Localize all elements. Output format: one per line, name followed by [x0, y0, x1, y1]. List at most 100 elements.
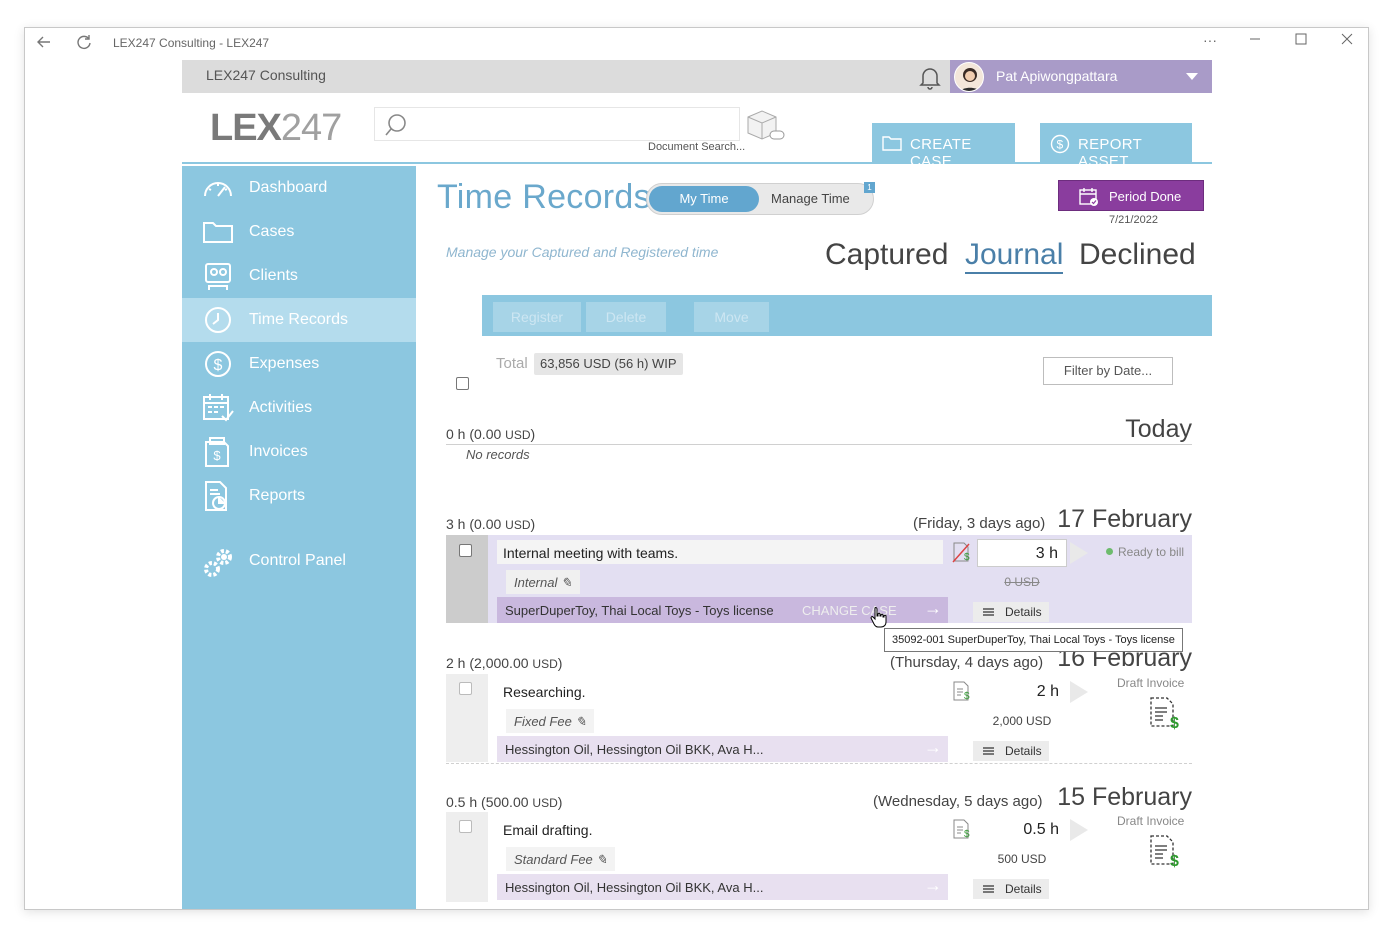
gears-icon — [202, 545, 234, 577]
move-button[interactable]: Move — [694, 302, 769, 332]
sidebar-item-invoices[interactable]: $ Invoices — [182, 430, 416, 474]
group-date-today: Today — [1125, 415, 1192, 443]
more-options-icon[interactable]: ··· — [1200, 32, 1220, 48]
billable-icon[interactable]: $ — [952, 680, 972, 707]
svg-text:$: $ — [964, 552, 970, 563]
tab-captured[interactable]: Captured — [825, 238, 948, 272]
folder-icon — [882, 134, 902, 156]
arrow-right-icon[interactable]: → — [924, 737, 942, 758]
period-date: 7/21/2022 — [1109, 214, 1158, 226]
filter-by-date-input[interactable]: Filter by Date... — [1043, 357, 1173, 385]
details-button[interactable]: Details — [973, 741, 1049, 761]
back-arrow-icon[interactable] — [35, 33, 53, 51]
fee-type-tag[interactable]: Fixed Fee ✎ — [506, 709, 595, 733]
create-case-button[interactable]: CREATE CASE — [872, 123, 1015, 170]
delete-button[interactable]: Delete — [586, 302, 666, 332]
case-tooltip: 35092-001 SuperDuperToy, Thai Local Toys… — [884, 628, 1183, 652]
register-button[interactable]: Register — [493, 302, 581, 332]
tab-journal[interactable]: Journal — [965, 238, 1064, 274]
time-record-row[interactable]: Researching. Fixed Fee ✎ Hessington Oil,… — [446, 674, 1192, 764]
group-summary-15-february: 0.5 h (500.00 USD) — [446, 794, 563, 810]
status-badge: Draft Invoice — [1117, 676, 1185, 690]
case-selector[interactable]: Hessington Oil, Hessington Oil BKK, Ava … — [497, 736, 948, 762]
chevron-down-icon[interactable] — [1186, 73, 1198, 80]
hours-input[interactable]: 3 h — [977, 539, 1067, 567]
svg-text:$: $ — [964, 829, 970, 840]
user-menu[interactable]: Pat Apiwongpattara — [950, 60, 1212, 93]
row-checkbox[interactable] — [459, 682, 472, 695]
time-mode-toggle[interactable]: My Time Manage Time 1 — [646, 182, 875, 215]
fee-type-tag[interactable]: Standard Fee ✎ — [506, 847, 616, 871]
draft-invoice-icon[interactable]: $ — [1148, 834, 1180, 873]
group-relative-date: (Wednesday, 5 days ago) — [873, 793, 1043, 810]
row-checkbox[interactable] — [459, 544, 472, 557]
title-bar: LEX247 Consulting - LEX247 ··· — [25, 28, 1368, 58]
fee-type-tag[interactable]: Internal ✎ — [506, 570, 580, 594]
sidebar-item-activities[interactable]: Activities — [182, 386, 416, 430]
app-window: LEX247 Consulting - LEX247 ··· LEX247 Co… — [24, 27, 1369, 910]
pencil-icon[interactable]: ✎ — [596, 852, 607, 867]
bell-icon[interactable] — [918, 65, 942, 96]
header: LEX247 Document Search... CREATE CASE $ — [182, 93, 1212, 170]
minimize-icon[interactable] — [1245, 32, 1265, 49]
total-value: 63,856 USD (56 h) WIP — [534, 353, 683, 375]
action-bar: Register Delete Move — [482, 295, 1212, 336]
divider — [446, 763, 1192, 764]
svg-text:$: $ — [214, 357, 223, 374]
report-icon — [202, 480, 234, 512]
total-label: Total — [496, 355, 528, 372]
sidebar-item-time-records[interactable]: Time Records — [182, 298, 416, 342]
non-billable-icon[interactable]: $ — [952, 541, 972, 568]
sidebar-item-expenses[interactable]: $ Expenses — [182, 342, 416, 386]
sidebar-item-control-panel[interactable]: Control Panel — [182, 539, 416, 583]
period-done-button[interactable]: Period Done — [1058, 180, 1204, 211]
sidebar-item-reports[interactable]: Reports — [182, 474, 416, 518]
manage-time-option[interactable]: Manage Time — [771, 191, 850, 206]
invoice-icon: $ — [202, 436, 234, 468]
top-bar: LEX247 Consulting Pat Apiwongpattara — [182, 60, 1212, 93]
my-time-option[interactable]: My Time — [649, 186, 759, 212]
description-input[interactable]: Researching. — [497, 679, 943, 703]
svg-text:$: $ — [213, 448, 221, 463]
arrow-right-icon[interactable]: → — [924, 598, 942, 619]
calendar-icon — [202, 392, 234, 424]
play-icon[interactable] — [1070, 542, 1088, 564]
maximize-icon[interactable] — [1291, 32, 1311, 49]
details-button[interactable]: Details — [973, 602, 1049, 622]
avatar — [954, 62, 984, 92]
hours-value[interactable]: 2 h — [977, 678, 1067, 706]
dollar-icon: $ — [202, 348, 234, 380]
play-icon[interactable] — [1070, 681, 1088, 703]
description-input[interactable]: Email drafting. — [497, 817, 943, 841]
menu-icon — [983, 747, 994, 755]
window-title: LEX247 Consulting - LEX247 — [113, 36, 270, 50]
report-asset-button[interactable]: $ REPORT ASSET — [1040, 123, 1192, 170]
search-input[interactable] — [374, 107, 740, 141]
row-checkbox[interactable] — [459, 820, 472, 833]
status-badge: Ready to bill — [1106, 545, 1184, 559]
arrow-right-icon[interactable]: → — [924, 875, 942, 896]
tab-declined[interactable]: Declined — [1079, 238, 1196, 272]
sidebar-item-cases[interactable]: Cases — [182, 210, 416, 254]
group-date-17-february: 17 February — [1057, 505, 1192, 533]
draft-invoice-icon[interactable]: $ — [1148, 696, 1180, 735]
hours-value[interactable]: 0.5 h — [977, 816, 1067, 844]
sidebar-item-clients[interactable]: Clients — [182, 254, 416, 298]
time-record-row[interactable]: Internal meeting with teams. Internal ✎ … — [446, 535, 1192, 623]
refresh-icon[interactable] — [75, 33, 93, 51]
details-button[interactable]: Details — [973, 879, 1049, 899]
status-badge: Draft Invoice — [1117, 814, 1185, 828]
close-icon[interactable] — [1337, 32, 1357, 49]
page-subtitle: Manage your Captured and Registered time — [446, 244, 719, 260]
billable-icon[interactable]: $ — [952, 818, 972, 845]
pencil-icon[interactable]: ✎ — [575, 714, 586, 729]
pencil-icon[interactable]: ✎ — [561, 575, 572, 590]
time-record-row[interactable]: Email drafting. Standard Fee ✎ Hessingto… — [446, 812, 1192, 902]
select-all-checkbox[interactable] — [456, 377, 469, 390]
document-search-icon[interactable] — [744, 107, 788, 148]
document-search-label[interactable]: Document Search... — [648, 141, 745, 153]
description-input[interactable]: Internal meeting with teams. — [497, 540, 943, 564]
play-icon[interactable] — [1070, 819, 1088, 841]
sidebar-item-dashboard[interactable]: Dashboard — [182, 166, 416, 210]
case-selector[interactable]: Hessington Oil, Hessington Oil BKK, Ava … — [497, 874, 948, 900]
